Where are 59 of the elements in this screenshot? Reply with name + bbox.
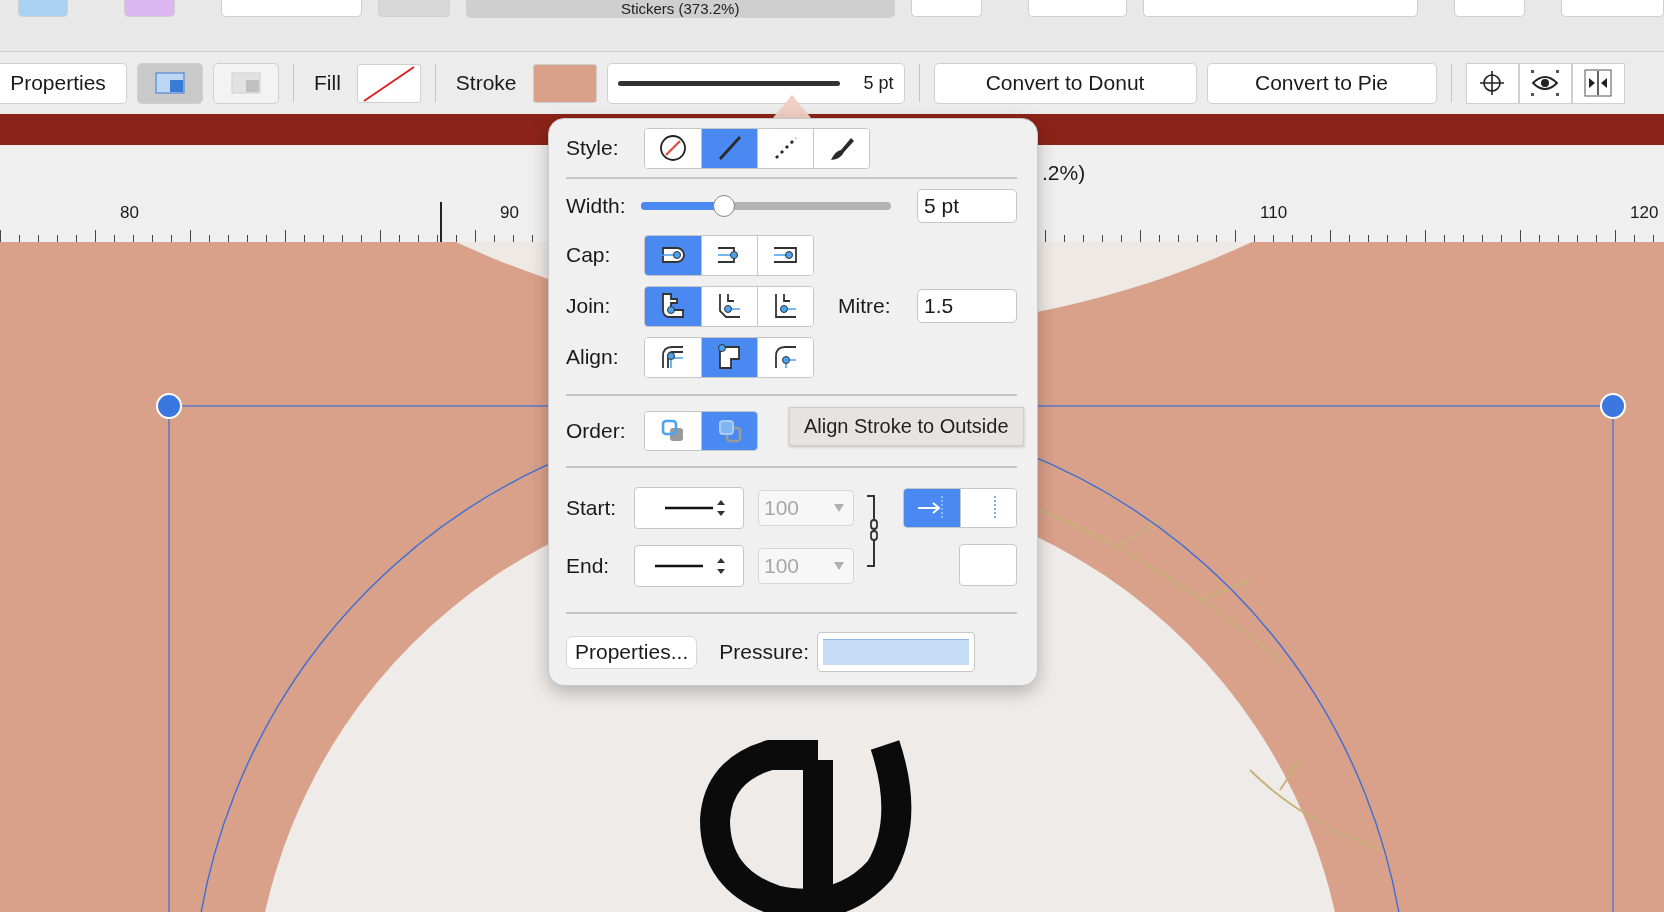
- properties-button[interactable]: Properties...: [566, 635, 698, 669]
- stroke-swatch[interactable]: [532, 63, 597, 103]
- eye-icon: [1530, 69, 1561, 97]
- mitre-label: Mitre:: [838, 294, 891, 318]
- cap-option[interactable]: [757, 235, 813, 275]
- properties-button[interactable]: Properties: [0, 62, 127, 104]
- fill-swatch[interactable]: [356, 63, 421, 103]
- style-label: Style:: [566, 136, 620, 160]
- flip-icon: [1584, 69, 1613, 97]
- ruler-label: 90: [500, 203, 519, 223]
- end-label: End:: [566, 554, 611, 578]
- ruler-label: 120: [1630, 203, 1659, 223]
- stroke-label: Stroke: [455, 71, 517, 95]
- document-tab[interactable]: Stickers (373.2%): [465, 0, 895, 18]
- caret-icon: [833, 561, 845, 571]
- align-option[interactable]: [701, 337, 757, 377]
- order-label: Order:: [566, 419, 627, 443]
- cap-option[interactable]: [645, 235, 701, 275]
- arrow-position-option[interactable]: [904, 489, 960, 527]
- width-label: Width:: [566, 194, 627, 218]
- ruler-marker: [440, 202, 442, 242]
- caret-icon: [833, 503, 845, 513]
- popover-arrow: [772, 93, 812, 119]
- view-toggle[interactable]: [213, 62, 279, 104]
- flip-button[interactable]: [1571, 62, 1625, 104]
- style-option[interactable]: [701, 128, 757, 168]
- width-field[interactable]: 5 pt: [917, 189, 1017, 223]
- convert-button[interactable]: Convert to Donut: [933, 62, 1197, 104]
- join-option[interactable]: [757, 286, 813, 326]
- pressure-label: Pressure:: [719, 640, 810, 664]
- stroke-none-icon: [658, 133, 688, 163]
- mitre-field[interactable]: 1.5: [917, 289, 1017, 323]
- join-label: Join:: [566, 294, 612, 318]
- pressure-field[interactable]: [817, 632, 976, 672]
- layout-icon: [231, 72, 261, 94]
- view-toggle[interactable]: [137, 62, 203, 104]
- eye-button[interactable]: [1518, 62, 1572, 104]
- dotted-line-icon: [992, 495, 997, 521]
- layout-icon: [155, 72, 185, 94]
- crosshair-button[interactable]: [1465, 62, 1519, 104]
- style-option[interactable]: [813, 128, 869, 168]
- tooltip: Align Stroke to Outside: [789, 407, 1024, 446]
- arrow-preview: [959, 544, 1017, 586]
- slider-thumb[interactable]: [712, 195, 735, 217]
- align-option[interactable]: [757, 337, 813, 377]
- end-arrow-popup[interactable]: [634, 545, 744, 587]
- fill-label: Fill: [314, 71, 341, 95]
- stroke-width-button[interactable]: 5 pt: [606, 62, 905, 104]
- document-title: .2%): [1042, 161, 1086, 185]
- crosshair-icon: [1478, 69, 1507, 97]
- ruler-label: 80: [120, 203, 139, 223]
- cap-label: Cap:: [566, 243, 612, 267]
- start-arrow-popup[interactable]: [634, 487, 744, 529]
- join-option[interactable]: [645, 286, 701, 326]
- width-slider[interactable]: [641, 195, 891, 217]
- ruler-label: 110: [1260, 203, 1288, 223]
- start-label: Start:: [566, 496, 618, 520]
- align-label: Align:: [566, 345, 620, 369]
- convert-button[interactable]: Convert to Pie: [1206, 62, 1437, 104]
